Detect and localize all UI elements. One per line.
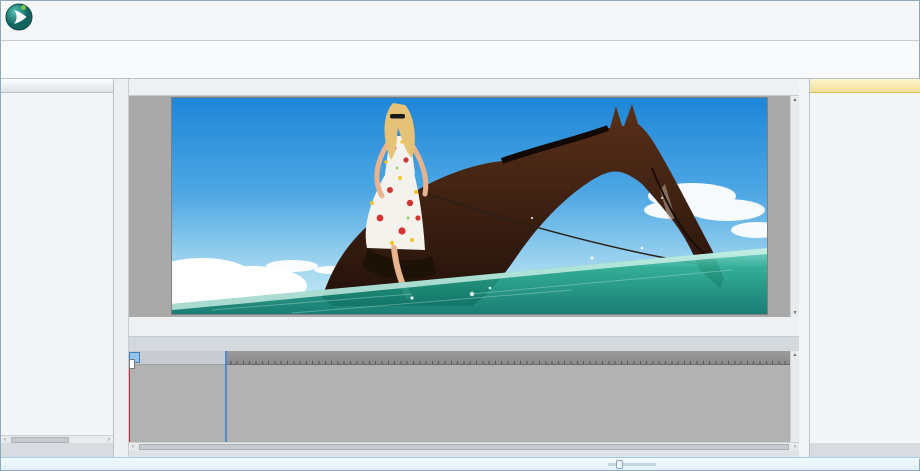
track-rows (225, 365, 790, 442)
drawing-toolbar (114, 79, 129, 459)
scroll-left-icon[interactable]: ‹ (1, 437, 9, 443)
slider-thumb[interactable] (616, 460, 623, 469)
maximize-button[interactable] (881, 1, 899, 14)
status-zoom-in-icon[interactable] (658, 459, 668, 469)
playhead-line[interactable] (129, 359, 130, 442)
ribbon (1, 41, 919, 79)
track-headers (129, 365, 225, 442)
menu-bar (1, 17, 919, 41)
timeline-toolbar (129, 317, 799, 337)
objects-explorer-panel: ‹ › (1, 79, 114, 459)
scroll-down-icon[interactable]: ▼ (793, 310, 798, 316)
window-controls (863, 1, 917, 14)
resources-window-header (810, 79, 920, 93)
status-zoom-out-icon[interactable] (596, 459, 606, 469)
status-zoom-slider[interactable] (608, 463, 656, 466)
timeline-corner (129, 351, 225, 365)
scroll-left-icon[interactable]: ‹ (129, 444, 137, 450)
scroll-right-icon[interactable]: › (791, 444, 799, 450)
timeline-vscrollbar[interactable]: ▲ (790, 351, 799, 442)
preview-vscrollbar[interactable]: ▲ ▼ (790, 96, 799, 317)
ruler-tooltip (129, 359, 135, 369)
objects-tree (1, 93, 113, 435)
scroll-up-icon[interactable]: ▲ (793, 97, 798, 103)
app-logo-icon[interactable] (5, 3, 33, 31)
vsdc-window: ‹ › (0, 0, 920, 471)
objects-hscrollbar[interactable]: ‹ › (1, 435, 113, 443)
objects-explorer-header (1, 79, 113, 93)
timeline-ruler[interactable] (225, 351, 790, 365)
preview-video-frame[interactable] (172, 98, 767, 314)
scroll-thumb[interactable] (139, 444, 789, 450)
resources-window-panel (809, 79, 920, 459)
preview-canvas[interactable]: ▲ ▼ (129, 96, 799, 317)
editor-toolbar (129, 79, 799, 96)
timeline: ‹ › ▲ (129, 351, 799, 450)
selection-start-line (225, 351, 227, 442)
title-bar (1, 1, 919, 17)
scene-tabs (129, 337, 799, 351)
editor-area: ▲ ▼ ‹ › ▲ (129, 79, 799, 459)
scroll-right-icon[interactable]: › (105, 437, 113, 443)
timeline-hscrollbar[interactable]: ‹ › (129, 442, 799, 450)
scroll-thumb[interactable] (11, 437, 69, 443)
resources-tree (810, 93, 920, 443)
minimize-button[interactable] (863, 1, 881, 14)
close-button[interactable] (899, 1, 917, 14)
status-bar (1, 457, 919, 470)
